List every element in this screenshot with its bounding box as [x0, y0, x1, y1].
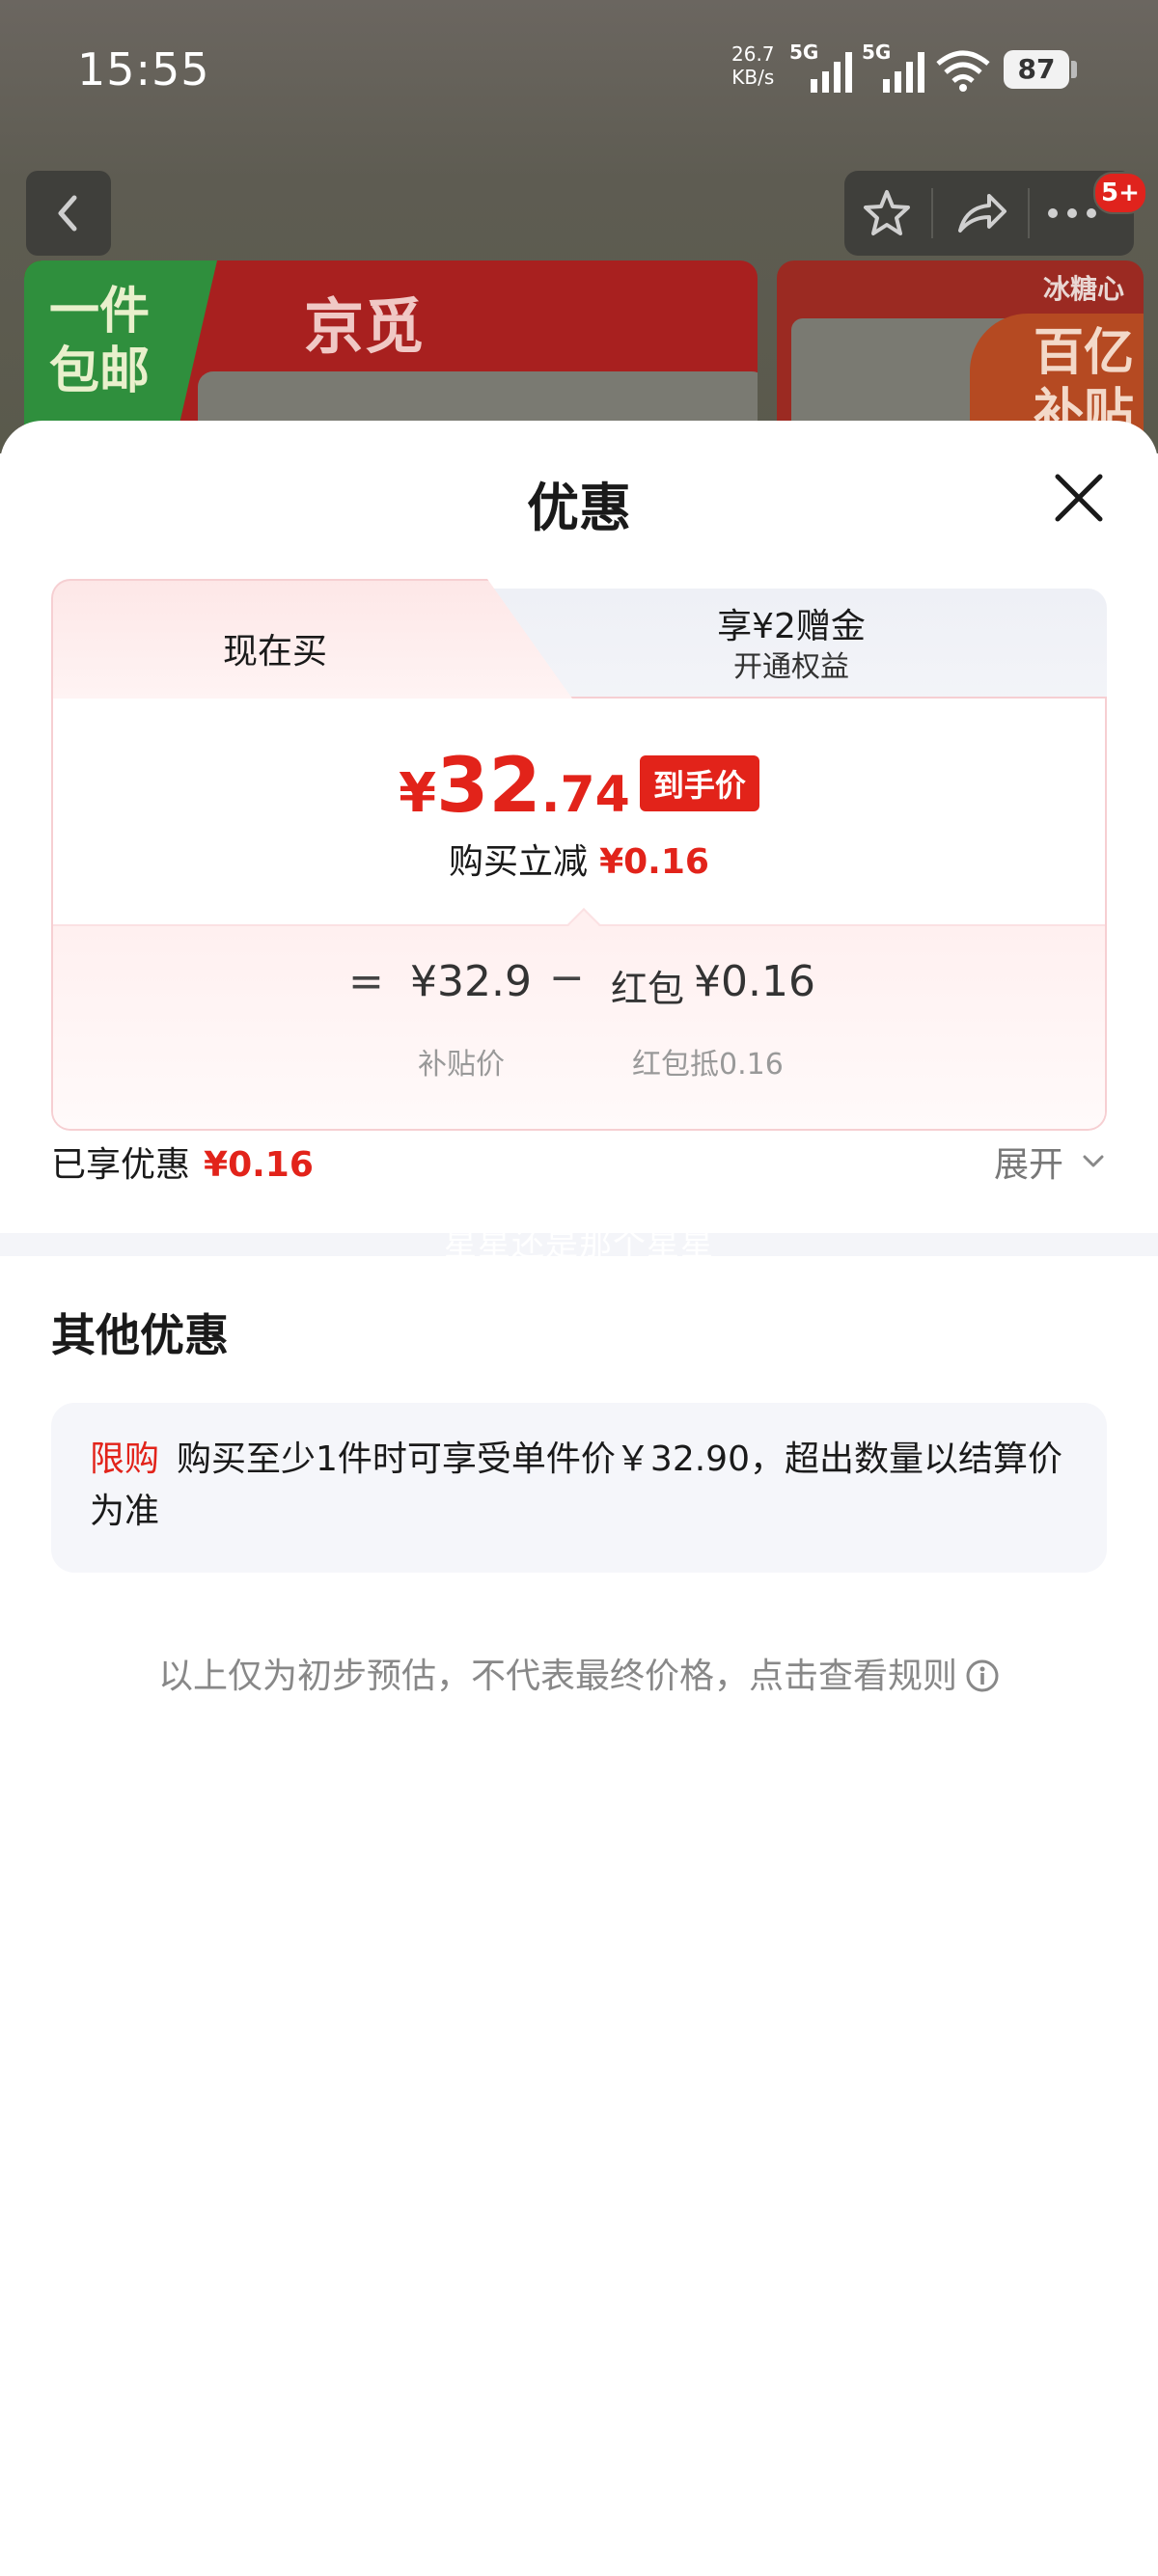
- hongbao-value: ¥0.16: [694, 957, 815, 1006]
- divider: [1028, 188, 1030, 238]
- rules-link[interactable]: 以上仅为初步预估，不代表最终价格，点击查看规则: [0, 1648, 1158, 1698]
- close-icon[interactable]: [1052, 471, 1106, 525]
- watermark: 星星还是那个星星: [444, 1225, 714, 1264]
- banner-right-tag: 冰糖心: [1042, 273, 1124, 305]
- purchase-limit-card: 限购 购买至少1件时可享受单件价￥32.90，超出数量以结算价为准: [51, 1403, 1107, 1573]
- star-icon[interactable]: [860, 186, 914, 240]
- background-app: 15:55 26.7 KB/s 5G 5G 87 5+ 一件 包邮 京觅 冰糖心…: [0, 0, 1158, 453]
- formula-minus: −: [549, 953, 585, 1002]
- free-shipping-line1: 一件: [49, 283, 151, 341]
- expand-button[interactable]: 展开: [994, 1137, 1063, 1187]
- tab-membership-sublabel: 开通权益: [733, 650, 849, 684]
- wifi-icon: [936, 50, 990, 92]
- network-speed: 26.7 KB/s: [731, 42, 775, 89]
- formula-equals: =: [348, 957, 384, 1006]
- reduce-row: 购买立减 ¥0.16: [53, 834, 1105, 884]
- tab-buy-now[interactable]: 现在买: [51, 579, 572, 699]
- battery-indicator: 87: [1004, 50, 1069, 89]
- enjoyed-discount: 已享优惠 ¥0.16: [51, 1137, 314, 1187]
- clock: 15:55: [77, 43, 210, 96]
- final-price-tag: 到手价: [639, 755, 759, 811]
- tab-membership-label: 享¥2赠金: [717, 607, 866, 646]
- price-decimal: .74: [540, 766, 630, 824]
- chevron-left-icon: [58, 195, 77, 232]
- disclaimer-text: 以上仅为初步预估，不代表最终价格，点击查看规则: [157, 1657, 957, 1696]
- other-discounts-title: 其他优惠: [51, 1309, 229, 1361]
- chevron-down-icon[interactable]: [1079, 1146, 1108, 1175]
- card-border: [569, 697, 1105, 699]
- battery-tip: [1071, 61, 1077, 78]
- tab-buy-now-label: 现在买: [222, 632, 327, 671]
- final-price: ¥32.74 到手价: [53, 743, 1105, 830]
- discount-sheet: 优惠 享¥2赠金 开通权益 现在买 ¥32.74 到手价 购买立减 ¥0.16 = …: [0, 421, 1158, 2576]
- price-integer: 32: [436, 743, 541, 830]
- network-speed-value: 26.7: [731, 42, 775, 66]
- subsidy-caption: 补贴价: [418, 1048, 505, 1082]
- free-shipping-line2: 包邮: [49, 343, 151, 400]
- price-card-body: ¥32.74 到手价 购买立减 ¥0.16 = ¥32.9 − 红包 ¥0.16 补…: [51, 697, 1107, 1131]
- enjoyed-label: 已享优惠: [51, 1145, 191, 1185]
- limit-tag: 限购: [90, 1439, 160, 1479]
- share-icon[interactable]: [952, 186, 1010, 240]
- message-badge: 5+: [1093, 172, 1147, 214]
- price-card: 享¥2赠金 开通权益 现在买 ¥32.74 到手价 购买立减 ¥0.16 = ¥32…: [51, 579, 1107, 1133]
- purchase-limit-text: 限购 购买至少1件时可享受单件价￥32.90，超出数量以结算价为准: [90, 1434, 1074, 1538]
- info-icon: [966, 1659, 999, 1692]
- sheet-title: 优惠: [527, 478, 631, 538]
- subsidy-line1: 百亿: [1033, 324, 1134, 382]
- signal-bars-icon: [811, 52, 852, 93]
- reduce-value: ¥0.16: [599, 842, 709, 882]
- divider: [931, 188, 933, 238]
- enjoyed-value: ¥0.16: [204, 1145, 314, 1185]
- hongbao-caption: 红包抵0.16: [632, 1048, 784, 1082]
- hongbao-label: 红包: [611, 968, 685, 1010]
- signal-bars-icon: [883, 52, 924, 93]
- status-bar: 15:55 26.7 KB/s 5G 5G 87: [0, 0, 1158, 145]
- price-currency: ¥: [399, 762, 437, 825]
- network-speed-unit: KB/s: [731, 66, 775, 89]
- limit-description: 购买至少1件时可享受单件价￥32.90，超出数量以结算价为准: [90, 1439, 1062, 1531]
- brand-logo: 京觅: [304, 291, 425, 362]
- subsidy-price-value: ¥32.9: [410, 957, 532, 1006]
- more-icon[interactable]: [1041, 200, 1103, 227]
- back-button[interactable]: [26, 171, 111, 256]
- free-shipping-text: 一件 包邮: [49, 282, 150, 401]
- top-action-group: [844, 171, 1134, 256]
- price-formula: = ¥32.9 − 红包 ¥0.16 补贴价 红包抵0.16: [53, 924, 1105, 1129]
- reduce-label: 购买立减: [449, 842, 589, 882]
